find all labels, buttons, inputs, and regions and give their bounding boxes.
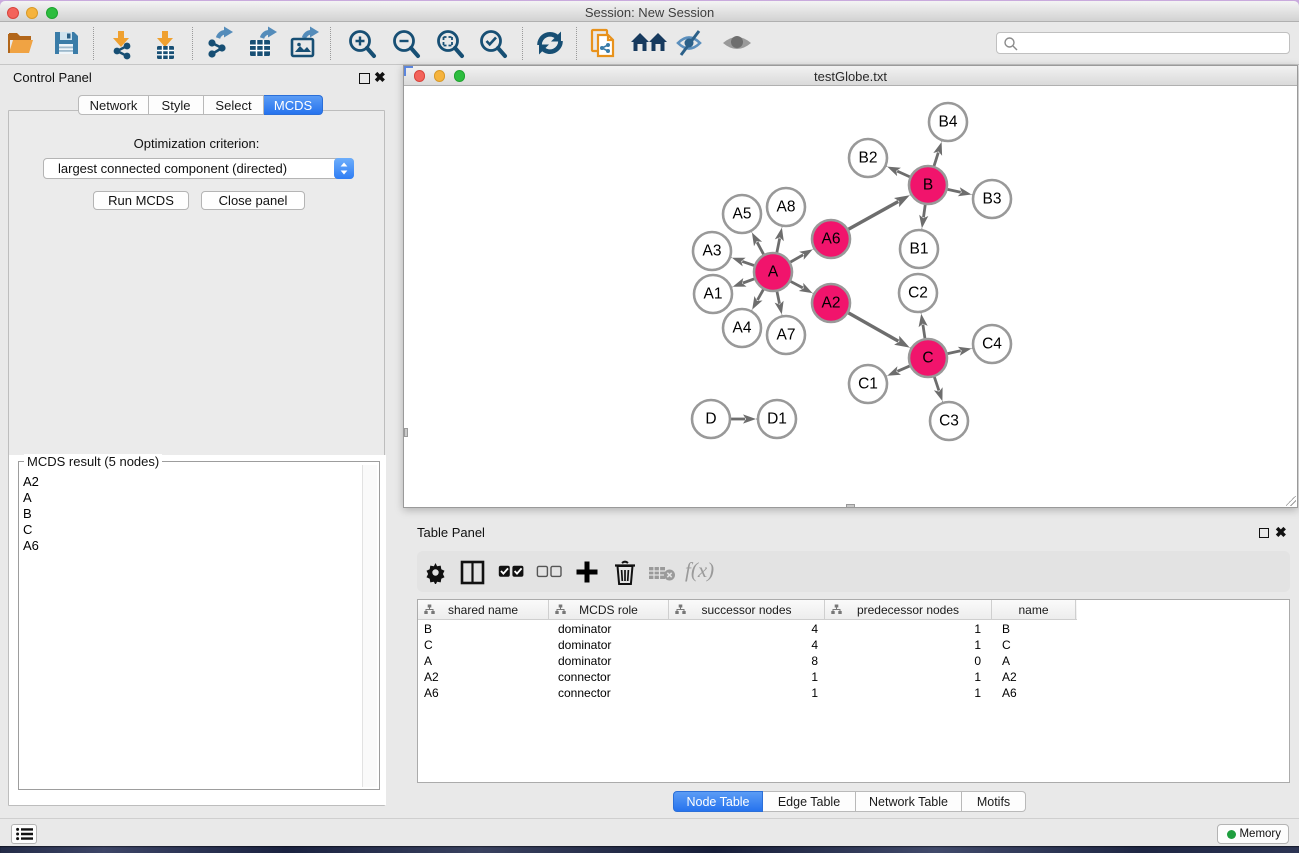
svg-text:D: D (705, 411, 716, 428)
svg-text:A3: A3 (703, 243, 722, 260)
svg-text:B3: B3 (983, 191, 1002, 208)
svg-text:C4: C4 (982, 336, 1002, 353)
svg-text:C: C (922, 350, 933, 367)
svg-text:B2: B2 (859, 150, 878, 167)
svg-text:A6: A6 (822, 231, 841, 248)
svg-text:B: B (923, 177, 933, 194)
svg-text:C3: C3 (939, 413, 959, 430)
svg-text:A2: A2 (822, 295, 841, 312)
svg-text:D1: D1 (767, 411, 787, 428)
svg-text:A1: A1 (704, 286, 723, 303)
svg-text:A5: A5 (733, 206, 752, 223)
svg-text:A7: A7 (777, 327, 796, 344)
svg-text:A4: A4 (733, 320, 752, 337)
svg-text:C2: C2 (908, 285, 928, 302)
svg-text:A8: A8 (777, 199, 796, 216)
svg-text:B4: B4 (939, 114, 958, 131)
svg-text:A: A (768, 264, 779, 281)
svg-text:B1: B1 (910, 241, 929, 258)
svg-text:C1: C1 (858, 376, 878, 393)
